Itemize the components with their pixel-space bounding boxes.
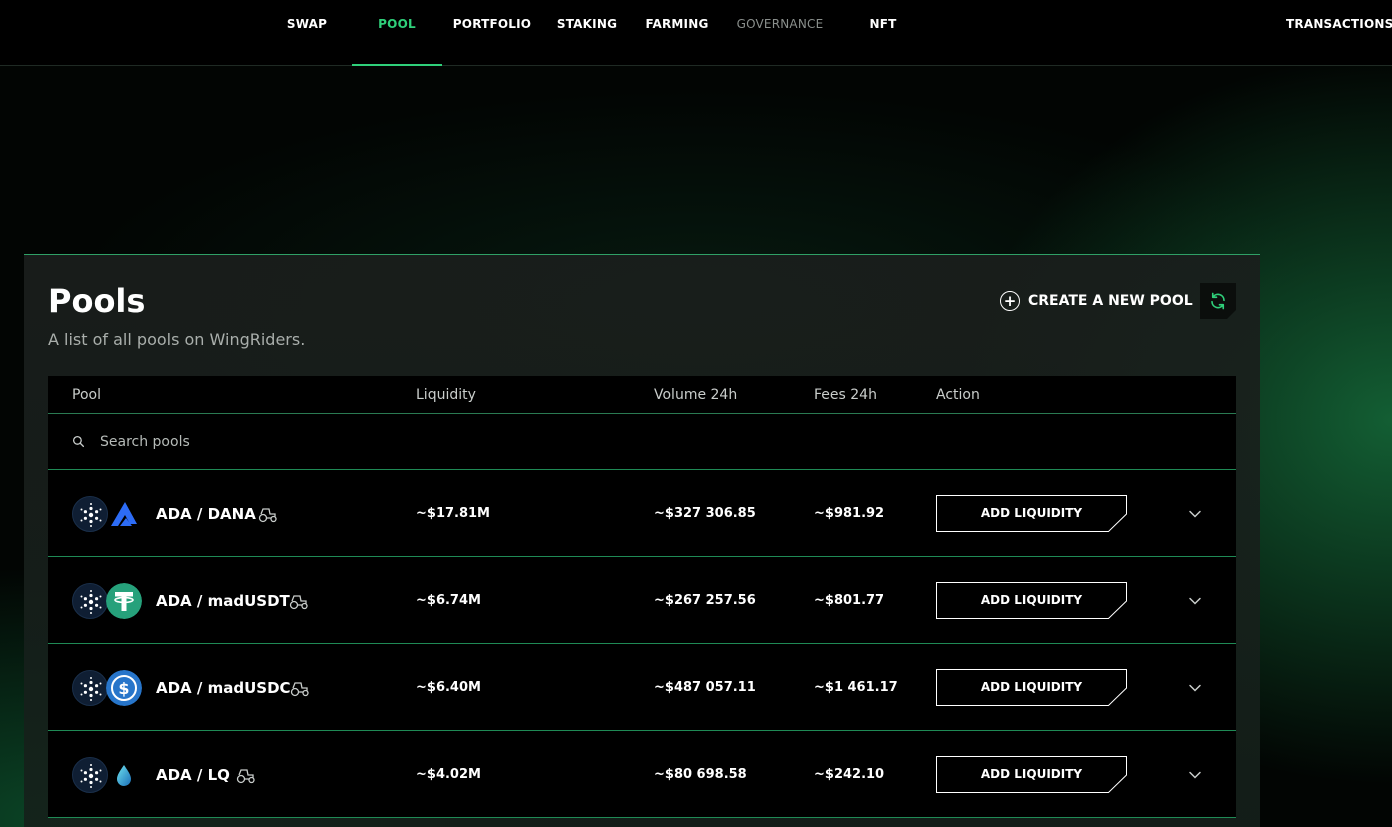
refresh-button[interactable]: [1200, 283, 1236, 319]
pool-volume: ~$267 257.56: [654, 593, 756, 608]
table-row[interactable]: ADA / madUSDT ~$6.74M ~$267 257.56 ~$801…: [48, 557, 1236, 644]
usdt-icon: [106, 583, 142, 619]
add-liquidity-button[interactable]: ADD LIQUIDITY: [936, 495, 1127, 532]
pool-fees: ~$1 461.17: [814, 680, 898, 695]
tractor-icon: [290, 682, 309, 697]
nav-pool[interactable]: POOL: [352, 0, 442, 66]
search-input[interactable]: [100, 430, 700, 454]
nav-governance[interactable]: GOVERNANCE: [734, 0, 826, 66]
add-liquidity-label: ADD LIQUIDITY: [980, 593, 1083, 607]
create-pool-label: CREATE A NEW POOL: [1028, 293, 1193, 309]
pool-liquidity: ~$4.02M: [416, 767, 481, 782]
nav-farming[interactable]: FARMING: [644, 0, 710, 66]
add-liquidity-label: ADD LIQUIDITY: [980, 506, 1083, 520]
pool-volume: ~$487 057.11: [654, 680, 756, 695]
pool-fees: ~$981.92: [814, 506, 885, 521]
add-liquidity-button[interactable]: ADD LIQUIDITY: [936, 669, 1127, 706]
page-title: Pools: [48, 282, 146, 320]
chevron-down-icon[interactable]: [1188, 507, 1202, 521]
pool-volume: ~$327 306.85: [654, 506, 756, 521]
tractor-icon: [236, 769, 255, 784]
chevron-down-icon[interactable]: [1188, 768, 1202, 782]
nav-transactions[interactable]: TRANSACTIONS: [1286, 0, 1392, 66]
column-liquidity: Liquidity: [416, 387, 476, 403]
nav-swap[interactable]: SWAP: [284, 0, 330, 66]
pool-fees: ~$801.77: [814, 593, 885, 608]
add-liquidity-button[interactable]: ADD LIQUIDITY: [936, 756, 1127, 793]
chevron-down-icon[interactable]: [1188, 681, 1202, 695]
add-liquidity-label: ADD LIQUIDITY: [980, 767, 1083, 781]
column-action: Action: [936, 387, 980, 403]
pool-liquidity: ~$6.40M: [416, 680, 481, 695]
table-row[interactable]: ADA / DANA ~$17.81M ~$327 306.85 ~$981.9…: [48, 470, 1236, 557]
refresh-icon: [1211, 292, 1225, 310]
nav-portfolio[interactable]: PORTFOLIO: [452, 0, 532, 66]
pool-pair: ADA / DANA: [156, 505, 256, 523]
pool-pair: ADA / madUSDT: [156, 592, 290, 610]
ada-icon: [72, 583, 108, 619]
pool-liquidity: ~$6.74M: [416, 593, 481, 608]
add-liquidity-label: ADD LIQUIDITY: [980, 680, 1083, 694]
tractor-icon: [289, 595, 308, 610]
pool-liquidity: ~$17.81M: [416, 506, 490, 521]
pool-pair: ADA / LQ: [156, 766, 230, 784]
create-pool-button[interactable]: + CREATE A NEW POOL: [1000, 288, 1193, 314]
column-pool: Pool: [72, 387, 101, 403]
ada-icon: [72, 496, 108, 532]
pool-volume: ~$80 698.58: [654, 767, 747, 782]
table-row[interactable]: ADA / LQ ~$4.02M ~$80 698.58 ~$242.10 AD…: [48, 731, 1236, 818]
lq-icon: [106, 757, 142, 793]
nav-staking[interactable]: STAKING: [556, 0, 618, 66]
table-row[interactable]: $ ADA / madUSDC ~$6.40M ~$487 057.11 ~$1…: [48, 644, 1236, 731]
search-icon: [72, 435, 85, 448]
table-header: Pool Liquidity Volume 24h Fees 24h Actio…: [48, 376, 1236, 414]
add-liquidity-button[interactable]: ADD LIQUIDITY: [936, 582, 1127, 619]
dana-icon: [106, 496, 142, 532]
column-volume: Volume 24h: [654, 387, 738, 403]
ada-icon: [72, 670, 108, 706]
pools-table: Pool Liquidity Volume 24h Fees 24h Actio…: [48, 376, 1236, 818]
usdc-icon: $: [106, 670, 142, 706]
page-subtitle: A list of all pools on WingRiders.: [48, 330, 306, 349]
tractor-icon: [258, 508, 277, 523]
search-row: [48, 414, 1236, 470]
pool-pair: ADA / madUSDC: [156, 679, 291, 697]
ada-icon: [72, 757, 108, 793]
column-fees: Fees 24h: [814, 387, 877, 403]
nav-nft[interactable]: NFT: [866, 0, 900, 66]
chevron-down-icon[interactable]: [1188, 594, 1202, 608]
top-nav: SWAP POOL PORTFOLIO STAKING FARMING GOVE…: [0, 0, 1392, 66]
svg-text:$: $: [118, 679, 129, 698]
plus-circle-icon: +: [1000, 291, 1020, 311]
pool-fees: ~$242.10: [814, 767, 885, 782]
